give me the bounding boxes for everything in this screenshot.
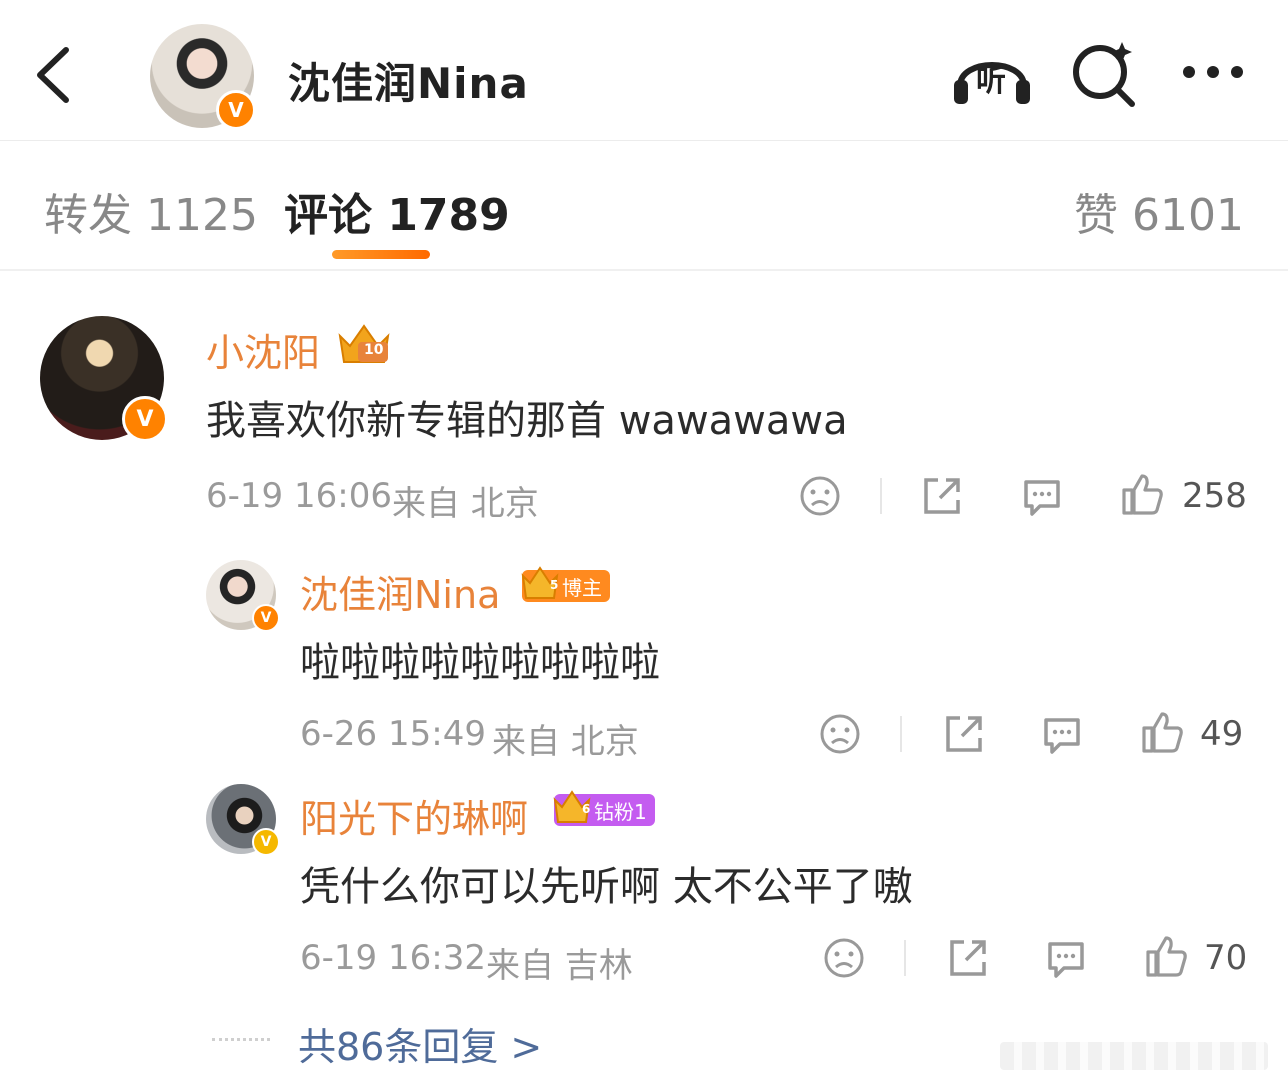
reply-text[interactable]: 凭什么你可以先听啊 太不公平了嗷	[300, 854, 913, 912]
verified-icon: V	[252, 604, 280, 632]
share-icon[interactable]	[942, 712, 986, 760]
like-count: 258	[1182, 476, 1247, 516]
reply-time: 6-26 15:49	[300, 714, 486, 754]
reply-icon[interactable]	[1044, 936, 1088, 984]
more-icon[interactable]	[1180, 60, 1246, 88]
tab-repost[interactable]: 转发 1125	[44, 179, 258, 243]
divider	[904, 940, 906, 976]
reply-avatar[interactable]: V	[206, 560, 280, 632]
comment-time: 6-19 16:06	[206, 476, 392, 516]
header-username[interactable]: 沈佳润Nina	[288, 50, 529, 111]
comment-username[interactable]: 小沈阳	[206, 322, 320, 377]
divider-dots	[212, 1038, 270, 1041]
share-icon[interactable]	[920, 474, 964, 522]
reply-icon[interactable]	[1040, 712, 1084, 760]
listen-label: 听	[976, 64, 1006, 99]
dislike-icon[interactable]	[822, 936, 866, 984]
top-bar: V 沈佳润Nina 听	[0, 0, 1288, 141]
listen-icon[interactable]: 听	[950, 42, 1034, 110]
blogger-badge: 5 博主	[521, 566, 610, 602]
crown-level: 5	[550, 578, 559, 592]
reply-time: 6-19 16:32	[300, 938, 486, 978]
verified-icon: V	[252, 828, 280, 856]
tab-bar: 转发 1125 评论 1789 赞 6101	[0, 141, 1288, 271]
active-tab-indicator	[332, 250, 430, 259]
like-count: 49	[1200, 714, 1244, 754]
like-count: 70	[1204, 938, 1248, 978]
share-icon[interactable]	[946, 936, 990, 984]
comment-avatar[interactable]: V	[40, 316, 168, 442]
reply-text[interactable]: 啦啦啦啦啦啦啦啦啦	[300, 630, 660, 688]
verified-icon: V	[216, 90, 256, 130]
crown-badge-icon: 10	[336, 320, 392, 370]
search-icon[interactable]	[1070, 40, 1138, 112]
crown-level: 10	[364, 342, 384, 358]
verified-icon: V	[122, 396, 168, 442]
divider	[880, 478, 882, 514]
divider	[900, 716, 902, 752]
tab-like[interactable]: 赞 6101	[1074, 179, 1244, 243]
tab-comment[interactable]: 评论 1789	[284, 179, 510, 243]
back-icon[interactable]	[28, 40, 78, 110]
like-icon[interactable]	[1140, 710, 1184, 758]
like-icon[interactable]	[1144, 934, 1188, 982]
reply-username[interactable]: 沈佳润Nina	[300, 564, 500, 619]
more-replies-link[interactable]: 共86条回复 >	[298, 1016, 542, 1071]
watermark	[1000, 1042, 1268, 1070]
crown-level: 6	[582, 802, 591, 816]
reply-icon[interactable]	[1020, 474, 1064, 522]
badge-label: 钻粉1	[594, 799, 647, 824]
comment-location: 来自 北京	[392, 484, 539, 524]
reply-location: 来自 北京	[492, 722, 639, 762]
like-icon[interactable]	[1120, 472, 1164, 520]
reply-username[interactable]: 阳光下的琳啊	[300, 788, 528, 843]
comment-text[interactable]: 我喜欢你新专辑的那首 wawawawa	[206, 388, 848, 446]
header-avatar[interactable]: V	[150, 24, 256, 130]
dislike-icon[interactable]	[818, 712, 862, 760]
dislike-icon[interactable]	[798, 474, 842, 522]
reply-avatar[interactable]: V	[206, 784, 280, 856]
fan-badge: 6 钻粉1	[553, 790, 655, 826]
badge-label: 博主	[562, 575, 602, 600]
reply-location: 来自 吉林	[486, 946, 633, 986]
